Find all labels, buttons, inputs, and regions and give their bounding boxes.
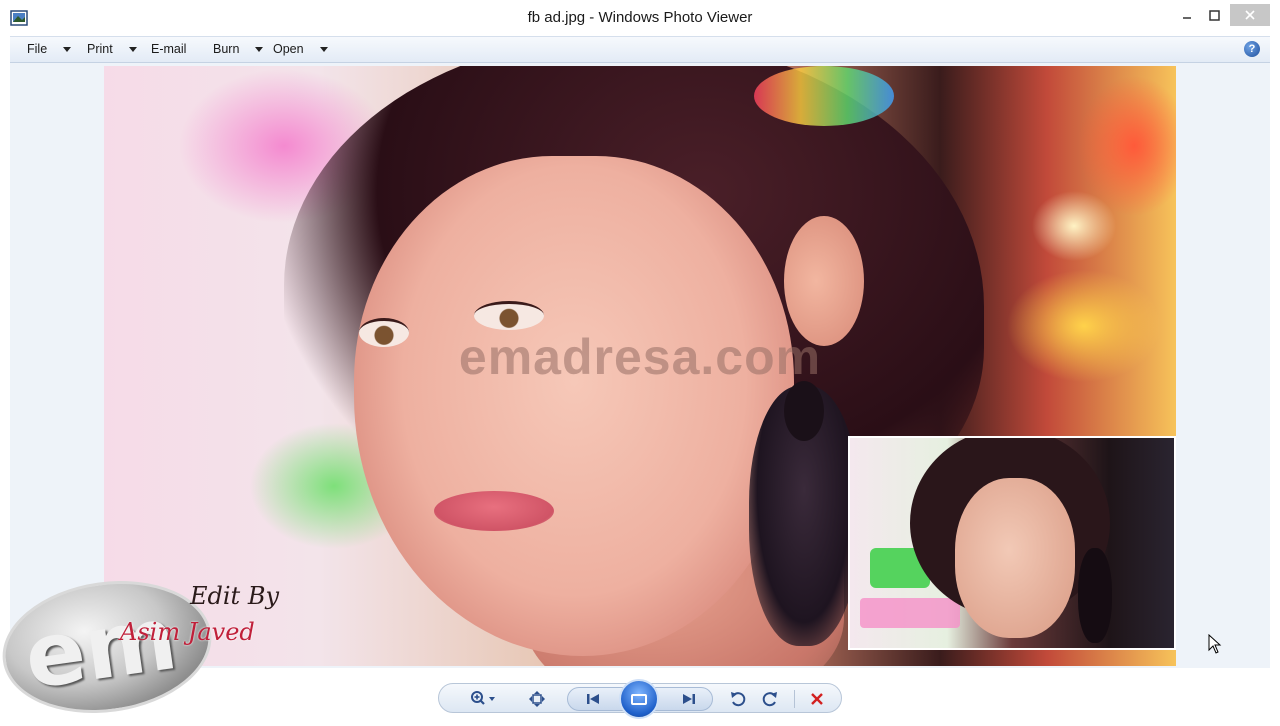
- mouse-cursor-icon: [1208, 634, 1222, 654]
- rotate-counterclockwise-button[interactable]: [727, 688, 749, 710]
- photo-eye: [474, 301, 544, 330]
- menu-print[interactable]: Print: [87, 42, 137, 56]
- edit-signature: Edit By Asim Javed: [120, 582, 300, 657]
- menu-burn[interactable]: Burn: [213, 42, 264, 56]
- photo-ear: [784, 216, 864, 346]
- maximize-button[interactable]: [1200, 4, 1228, 26]
- menu-print-label: Print: [87, 42, 113, 56]
- photo-lips: [434, 491, 554, 531]
- menu-bar: File Print E-mail Burn Open ?: [10, 36, 1270, 63]
- window-title: fb ad.jpg - Windows Photo Viewer: [527, 9, 753, 26]
- previous-icon: [587, 694, 599, 704]
- inset-original-photo: [848, 436, 1176, 650]
- slideshow-icon: [631, 693, 647, 705]
- rotate-clockwise-button[interactable]: [759, 688, 781, 710]
- maximize-icon: [1208, 9, 1220, 21]
- delete-icon: [811, 693, 823, 705]
- rotate-counterclockwise-icon: [731, 692, 746, 707]
- next-button[interactable]: [679, 688, 699, 710]
- inset-earring: [1078, 548, 1112, 643]
- previous-button[interactable]: [583, 688, 603, 710]
- actual-size-button[interactable]: [525, 688, 549, 710]
- photo-face: [354, 156, 794, 656]
- next-icon: [683, 694, 695, 704]
- delete-button[interactable]: [805, 688, 829, 710]
- slideshow-button[interactable]: [619, 679, 659, 719]
- menu-file-label: File: [27, 42, 48, 56]
- zoom-button[interactable]: [465, 688, 501, 710]
- chevron-down-icon: [128, 46, 137, 52]
- actual-size-icon: [529, 691, 545, 707]
- menu-burn-label: Burn: [213, 42, 240, 56]
- inset-face: [955, 478, 1075, 638]
- chevron-down-icon: [255, 46, 264, 52]
- photo-earring-top: [784, 381, 824, 441]
- chevron-down-icon: [63, 46, 72, 52]
- minimize-icon: [1183, 17, 1191, 19]
- displayed-photo: emadresa.com: [104, 66, 1176, 666]
- rotate-clockwise-icon: [762, 692, 777, 707]
- navigation-controls: [438, 679, 842, 719]
- help-icon[interactable]: ?: [1244, 41, 1260, 57]
- watermark-text: emadresa.com: [458, 329, 822, 385]
- chevron-down-icon: [319, 46, 328, 52]
- signature-line-1: Edit By: [190, 582, 280, 610]
- photo-hair-clip: [754, 66, 894, 126]
- menu-email-label: E-mail: [151, 42, 187, 56]
- zoom-icon: [471, 691, 495, 705]
- menu-open[interactable]: Open: [273, 42, 328, 56]
- separator: [794, 690, 795, 708]
- title-bar: fb ad.jpg - Windows Photo Viewer: [0, 0, 1280, 36]
- menu-file[interactable]: File: [27, 42, 72, 56]
- close-button[interactable]: [1230, 4, 1270, 26]
- close-icon: [1245, 10, 1255, 20]
- signature-line-2: Asim Javed: [120, 618, 255, 646]
- minimize-button[interactable]: [1174, 4, 1200, 26]
- menu-email[interactable]: E-mail: [151, 42, 186, 56]
- menu-open-label: Open: [273, 42, 304, 56]
- inset-bg-shape: [860, 598, 960, 628]
